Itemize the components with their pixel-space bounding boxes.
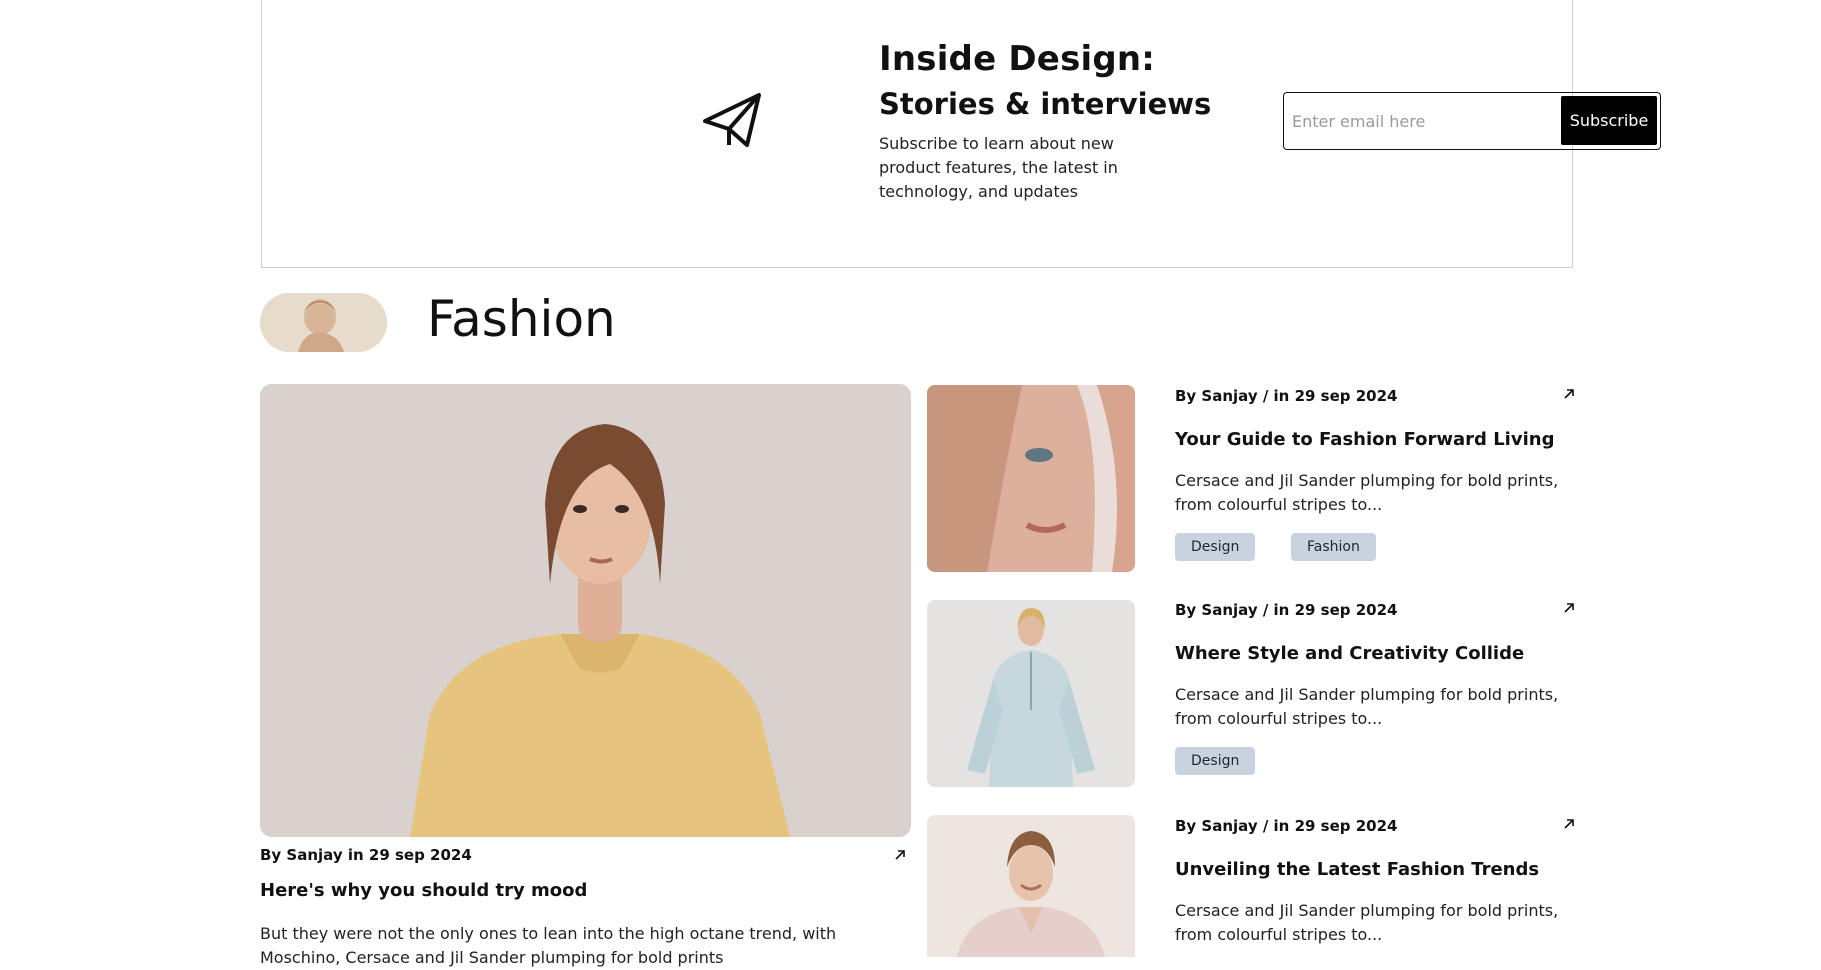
article-excerpt: Cersace and Jil Sander plumping for bold… — [1175, 901, 1559, 944]
newsletter-description: Subscribe to learn about new product fea… — [879, 134, 1118, 201]
newsletter-title: Inside Design: — [879, 39, 1156, 79]
hero-article-excerpt: But they were not the only ones to lean … — [260, 924, 837, 967]
article-meta: By Sanjay / in 29 sep 2024 — [1175, 817, 1398, 835]
article-photo — [927, 385, 1135, 572]
newsletter-subtitle: Stories & interviews — [879, 87, 1212, 121]
section-thumbnail-image — [260, 293, 387, 352]
hero-article-meta: By Sanjay in 29 sep 2024 — [260, 846, 472, 864]
arrow-up-right-icon[interactable] — [1562, 387, 1576, 401]
article-image[interactable] — [927, 815, 1135, 957]
article-excerpt: Cersace and Jil Sander plumping for bold… — [1175, 685, 1559, 728]
arrow-up-right-icon[interactable] — [1562, 601, 1576, 615]
article-title[interactable]: Your Guide to Fashion Forward Living — [1175, 429, 1554, 450]
newsletter-section: Inside Design: Stories & interviews Subs… — [261, 0, 1661, 268]
hero-photo — [260, 384, 911, 837]
tag-design[interactable]: Design — [1175, 747, 1256, 775]
article-title[interactable]: Where Style and Creativity Collide — [1175, 643, 1524, 664]
article-excerpt: Cersace and Jil Sander plumping for bold… — [1175, 471, 1559, 514]
article-photo — [927, 600, 1135, 787]
subscribe-button[interactable]: Subscribe — [1561, 96, 1657, 145]
article-meta: By Sanjay / in 29 sep 2024 — [1175, 387, 1398, 405]
section-thumbnail — [260, 293, 387, 352]
article-photo — [927, 815, 1135, 957]
article-title[interactable]: Unveiling the Latest Fashion Trends — [1175, 859, 1539, 880]
article-image[interactable] — [927, 600, 1135, 787]
email-form: Subscribe — [1283, 92, 1661, 150]
tag-fashion[interactable]: Fashion — [1291, 533, 1376, 561]
arrow-up-right-icon[interactable] — [1562, 817, 1576, 831]
hero-article-image[interactable] — [260, 384, 911, 837]
article-meta: By Sanjay / in 29 sep 2024 — [1175, 601, 1398, 619]
article-image[interactable] — [927, 385, 1135, 572]
arrow-up-right-icon[interactable] — [893, 848, 907, 862]
email-input[interactable] — [1290, 101, 1534, 141]
hero-article-title[interactable]: Here's why you should try mood — [260, 880, 587, 901]
section-title: Fashion — [427, 290, 616, 348]
tag-design[interactable]: Design — [1175, 533, 1256, 561]
paper-plane-icon — [703, 93, 761, 147]
